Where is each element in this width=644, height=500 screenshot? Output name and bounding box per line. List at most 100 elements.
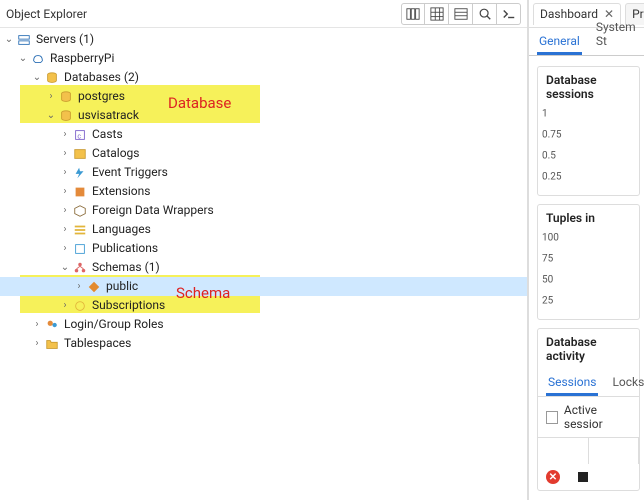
tree-node-event-triggers[interactable]: › Event Triggers [0,163,527,182]
chevron-right-icon[interactable]: › [72,277,86,296]
tree-node-schemas[interactable]: ⌄ Schemas (1) [0,258,527,277]
cube-icon [72,203,88,219]
chevron-right-icon[interactable]: › [58,296,72,315]
dashboard-subtabs: General System St [529,28,644,56]
tree-label: postgres [78,87,125,106]
puzzle-icon [72,184,88,200]
tree-node-db-postgres[interactable]: › postgres [0,87,527,106]
tree-node-casts[interactable]: › c Casts [0,125,527,144]
columns-icon[interactable] [401,3,425,25]
chevron-down-icon[interactable]: ⌄ [44,106,58,125]
tree-node-catalogs[interactable]: › Catalogs [0,144,527,163]
tree-label: Publications [92,239,158,258]
card-title: Tuples in [538,211,639,231]
tree-label: Schemas (1) [92,258,160,277]
tree-label: Subscriptions [92,296,165,315]
chevron-right-icon[interactable]: › [58,220,72,239]
grid-icon[interactable] [425,3,449,25]
chevron-right-icon[interactable]: › [58,125,72,144]
ytick: 0.25 [542,171,562,182]
chevron-right-icon[interactable]: › [58,144,72,163]
tree-label: Languages [92,220,151,239]
card-db-activity: Database activity Sessions Locks Active … [537,328,640,491]
tree-node-login-roles[interactable]: › Login/Group Roles [0,315,527,334]
list-icon[interactable] [449,3,473,25]
bolt-icon [72,165,88,181]
subtab-sessions[interactable]: Sessions [546,373,598,396]
tree-node-databases[interactable]: ⌄ Databases (2) [0,68,527,87]
chevron-right-icon[interactable]: › [58,201,72,220]
publication-icon [72,241,88,257]
checkbox-label: Active sessior [564,403,631,431]
subtab-locks[interactable]: Locks [610,373,644,396]
subtab-system[interactable]: System St [594,20,644,55]
object-explorer-panel: Object Explorer Database Schema ⌄ Server… [0,0,528,500]
close-icon[interactable]: ✕ [604,7,614,21]
tree-label: Databases (2) [64,68,139,87]
tree-label: usvisatrack [78,106,139,125]
stop-icon[interactable] [578,472,588,482]
tree-node-fdw[interactable]: › Foreign Data Wrappers [0,201,527,220]
terminal-icon[interactable] [497,3,521,25]
card-title: Database sessions [538,73,639,107]
right-panel: Dashboard ✕ Proper General System St Dat… [528,0,644,500]
tree-node-tablespaces[interactable]: › Tablespaces [0,334,527,353]
tree-label: Foreign Data Wrappers [92,201,214,220]
database-icon [44,70,60,86]
tree-label: public [106,277,138,296]
tree-node-db-usvisatrack[interactable]: ⌄ usvisatrack [0,106,527,125]
users-icon [44,317,60,333]
diamond-icon [86,279,102,295]
tree-label: Casts [92,125,123,144]
tree-label: Servers (1) [36,30,94,49]
chevron-down-icon[interactable]: ⌄ [30,68,44,87]
cancel-icon[interactable]: ✕ [546,470,560,484]
tree-node-subscriptions[interactable]: › Subscriptions [0,296,527,315]
tree-node-servers[interactable]: ⌄ Servers (1) [0,30,527,49]
table-header-cell [538,438,589,464]
folder-icon [44,336,60,352]
chevron-right-icon[interactable]: › [30,334,44,353]
ytick: 0.5 [542,150,556,161]
tree-node-server[interactable]: ⌄ RaspberryPi [0,49,527,68]
tree-node-schema-public[interactable]: › public [0,277,527,296]
checkbox-icon[interactable] [546,411,558,424]
chevron-right-icon[interactable]: › [58,163,72,182]
chevron-right-icon[interactable]: › [58,182,72,201]
chevron-right-icon[interactable]: › [44,87,58,106]
tree-label: Extensions [92,182,150,201]
dashboard-body: Database sessions 1 0.75 0.5 0.25 Tuples… [529,56,644,500]
chevron-right-icon[interactable]: › [30,315,44,334]
ytick: 50 [542,274,553,285]
annotation-schema: Schema [176,284,230,302]
tree-node-publications[interactable]: › Publications [0,239,527,258]
search-icon[interactable] [473,3,497,25]
panel-title: Object Explorer [6,7,87,21]
active-sessions-filter[interactable]: Active sessior [538,397,639,437]
ytick: 100 [542,232,559,243]
annotation-database: Database [168,94,231,112]
subtab-general[interactable]: General [537,34,582,55]
tree-label: Catalogs [92,144,139,163]
chart-sessions: 1 0.75 0.5 0.25 [566,107,639,191]
activity-subtabs: Sessions Locks [538,369,639,397]
casts-icon: c [72,127,88,143]
tree-node-languages[interactable]: › Languages [0,220,527,239]
database-icon [58,89,74,105]
tree-label: Login/Group Roles [64,315,164,334]
tree: Database Schema ⌄ Servers (1) ⌄ Raspberr… [0,28,527,500]
left-header: Object Explorer [0,0,527,28]
catalogs-icon [72,146,88,162]
tree-label: Event Triggers [92,163,168,182]
tree-label: Tablespaces [64,334,131,353]
ytick: 25 [542,295,553,306]
language-icon [72,222,88,238]
chevron-down-icon[interactable]: ⌄ [16,49,30,68]
card-db-sessions: Database sessions 1 0.75 0.5 0.25 [537,66,640,196]
chevron-right-icon[interactable]: › [58,239,72,258]
ytick: 75 [542,253,553,264]
chevron-down-icon[interactable]: ⌄ [58,258,72,277]
tree-node-extensions[interactable]: › Extensions [0,182,527,201]
chevron-down-icon[interactable]: ⌄ [2,30,16,49]
left-toolbar [401,3,521,25]
